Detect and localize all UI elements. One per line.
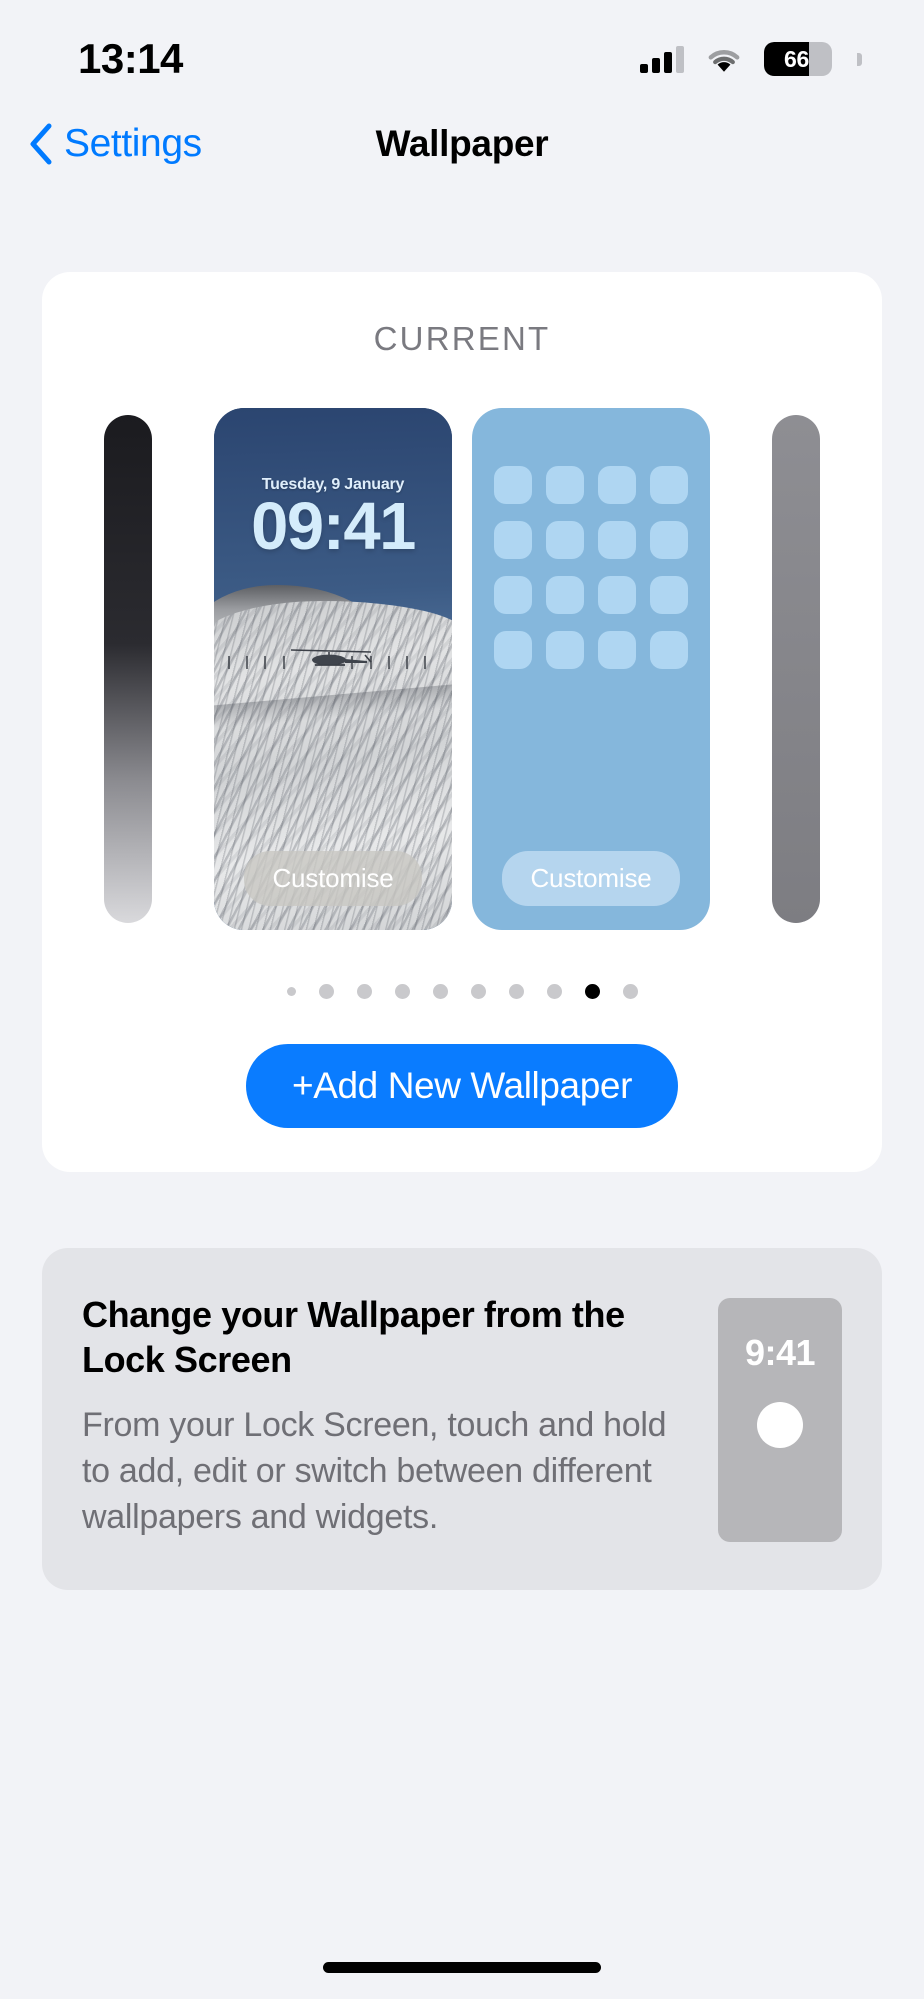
tip-phone-illustration: 9:41	[718, 1298, 842, 1542]
app-icon-placeholder	[494, 521, 532, 559]
tip-text-block: Change your Wallpaper from the Lock Scre…	[82, 1292, 690, 1540]
page-dot[interactable]	[546, 983, 562, 999]
navigation-bar: Settings Wallpaper	[0, 96, 924, 192]
tip-body: From your Lock Screen, touch and hold to…	[82, 1405, 667, 1536]
app-icon-placeholder	[494, 576, 532, 614]
home-screen-icon-grid	[494, 466, 688, 669]
page-dot[interactable]	[286, 986, 296, 996]
app-icon-placeholder	[650, 576, 688, 614]
customise-lock-screen-button[interactable]: Customise	[244, 851, 422, 906]
app-icon-placeholder	[650, 466, 688, 504]
page-dot[interactable]	[356, 983, 372, 999]
wifi-icon	[706, 46, 742, 73]
app-icon-placeholder	[494, 631, 532, 669]
lock-screen-time: 09:41	[251, 489, 416, 564]
current-section-label: CURRENT	[373, 320, 551, 357]
app-icon-placeholder	[546, 466, 584, 504]
app-icon-placeholder	[598, 631, 636, 669]
carousel-page-dots	[42, 978, 882, 1004]
app-icon-placeholder	[650, 631, 688, 669]
status-bar-time: 13:14	[78, 35, 183, 82]
app-icon-placeholder	[494, 466, 532, 504]
tip-phone-touch-dot	[757, 1402, 803, 1448]
page-dot[interactable]	[508, 983, 524, 999]
app-icon-placeholder	[598, 576, 636, 614]
back-button-label: Settings	[64, 122, 202, 165]
page-dot[interactable]	[394, 983, 410, 999]
status-bar: 13:14 66	[0, 0, 924, 96]
lock-screen-preview[interactable]: Tuesday, 9 January 09:41 Customise	[214, 408, 452, 930]
tip-title: Change your Wallpaper from the Lock Scre…	[82, 1294, 625, 1381]
battery-icon: 66	[764, 42, 832, 76]
chevron-left-icon	[28, 123, 54, 165]
next-wallpaper-peek[interactable]	[772, 415, 820, 923]
battery-cap	[857, 52, 862, 66]
add-wallpaper-row: +Add New Wallpaper	[42, 1044, 882, 1128]
home-screen-preview[interactable]: Customise	[472, 408, 710, 930]
page-dot[interactable]	[470, 983, 486, 999]
customise-home-screen-button[interactable]: Customise	[502, 851, 680, 906]
tip-phone-time: 9:41	[744, 1332, 816, 1373]
status-bar-indicators: 66	[640, 42, 862, 76]
app-icon-placeholder	[546, 521, 584, 559]
page-dot-active[interactable]	[584, 983, 600, 999]
home-indicator	[323, 1962, 601, 1973]
back-button[interactable]: Settings	[28, 122, 202, 166]
carousel-track: Tuesday, 9 January 09:41 Customise Custo…	[104, 404, 820, 934]
page-dot[interactable]	[432, 983, 448, 999]
page-dot[interactable]	[318, 983, 334, 999]
wallpaper-carousel[interactable]: Tuesday, 9 January 09:41 Customise Custo…	[42, 404, 882, 934]
current-wallpaper-card: CURRENT Tuesday, 9 January 09:41 Customi…	[42, 272, 882, 1172]
app-icon-placeholder	[546, 631, 584, 669]
app-icon-placeholder	[598, 466, 636, 504]
battery-level-label: 66	[784, 45, 809, 72]
app-icon-placeholder	[650, 521, 688, 559]
app-icon-placeholder	[598, 521, 636, 559]
main-content: CURRENT Tuesday, 9 January 09:41 Customi…	[0, 272, 924, 1590]
add-new-wallpaper-button[interactable]: +Add New Wallpaper	[245, 1044, 679, 1128]
previous-wallpaper-peek[interactable]	[104, 415, 152, 923]
lock-screen-tip-card: Change your Wallpaper from the Lock Scre…	[42, 1248, 882, 1590]
app-icon-placeholder	[546, 576, 584, 614]
page-dot[interactable]	[622, 983, 638, 999]
cellular-signal-icon	[640, 45, 684, 73]
